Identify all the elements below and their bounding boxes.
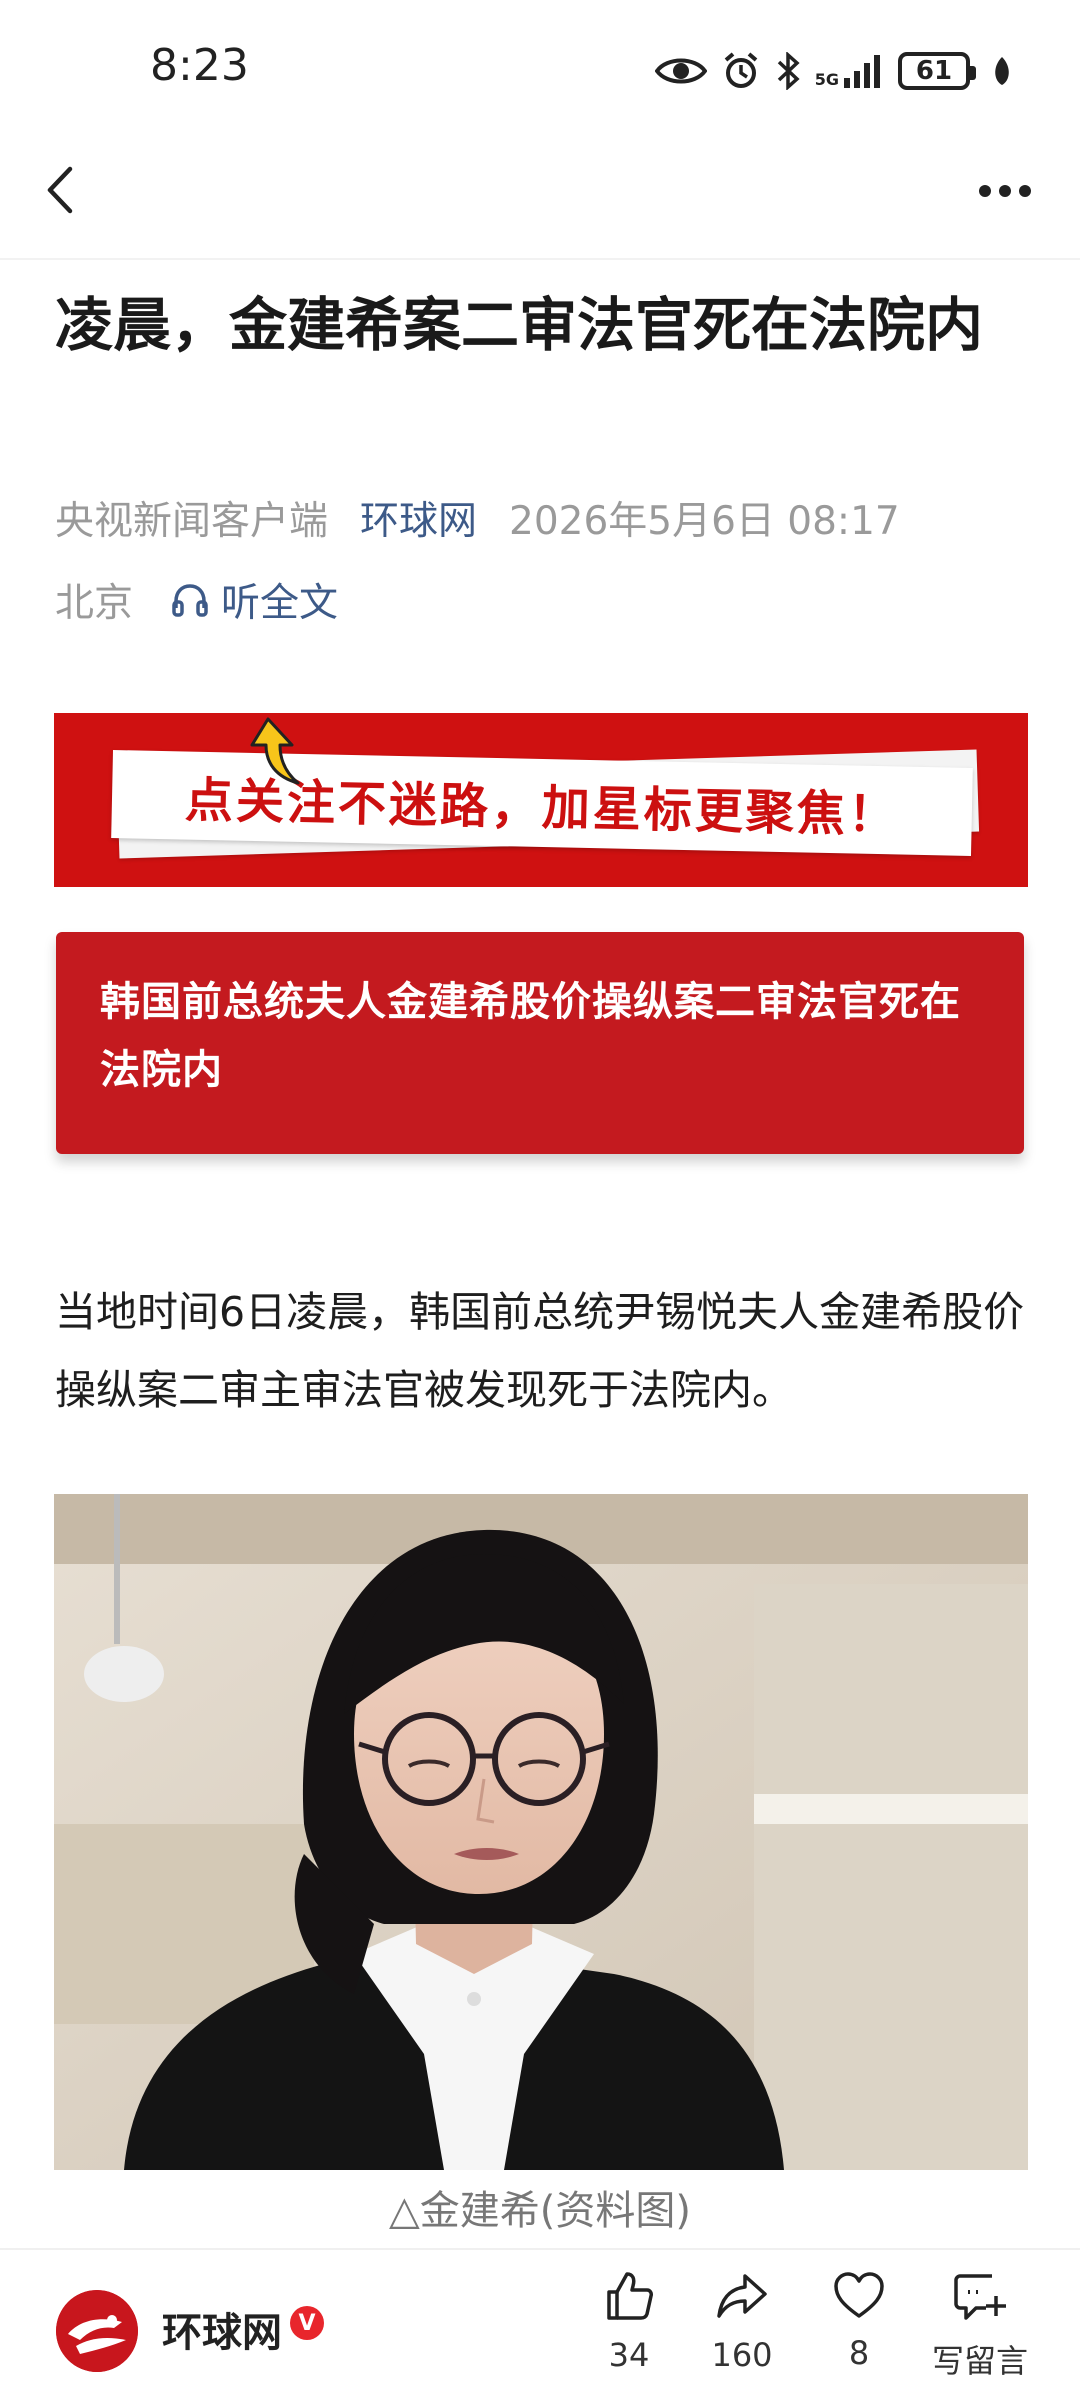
status-time: 8:23 xyxy=(150,40,249,91)
battery-icon: 61 xyxy=(898,52,976,90)
photo-illustration xyxy=(54,1494,1028,2170)
author-avatar[interactable] xyxy=(56,2290,138,2372)
bottom-divider xyxy=(0,2248,1080,2250)
arrow-up-icon xyxy=(250,717,300,785)
article-meta: 央视新闻客户端 环球网 2026年5月6日 08:17 xyxy=(55,490,900,546)
verified-badge: V xyxy=(290,2306,324,2340)
back-button[interactable] xyxy=(30,160,90,220)
share-count: 160 xyxy=(711,2336,773,2374)
status-icons: 5G 61 xyxy=(654,46,1012,96)
write-comment-button[interactable]: 写留言 xyxy=(920,2270,1040,2382)
article-paragraph: 当地时间6日凌晨，韩国前总统尹锡悦夫人金建希股价操纵案二审主审法官被发现死于法院… xyxy=(55,1288,1025,1414)
more-button[interactable] xyxy=(970,168,1040,214)
thumbs-up-icon xyxy=(607,2272,653,2320)
article-photo[interactable] xyxy=(54,1494,1028,2170)
author-logo-icon xyxy=(56,2290,138,2372)
listen-button[interactable]: 听全文 xyxy=(171,572,338,628)
article-meta-row2: 北京 听全文 xyxy=(55,572,338,628)
summary-text: 韩国前总统夫人金建希股价操纵案二审法官死在法院内 xyxy=(100,979,961,1093)
eye-icon xyxy=(654,58,707,84)
favorite-count: 8 xyxy=(848,2334,870,2372)
source-primary: 央视新闻客户端 xyxy=(55,499,329,544)
source-secondary-link[interactable]: 环球网 xyxy=(360,490,477,546)
summary-box: 韩国前总统夫人金建希股价操纵案二审法官死在法院内 xyxy=(56,932,1024,1154)
network-label: 5G xyxy=(814,70,839,89)
bluetooth-icon xyxy=(777,52,800,90)
follow-banner[interactable]: 点关注不迷路，加星标更聚焦！ xyxy=(54,713,1028,887)
battery-level: 61 xyxy=(915,56,953,86)
more-dots-icon xyxy=(979,185,1031,197)
signal-icon xyxy=(844,55,880,88)
back-chevron-icon xyxy=(47,166,73,214)
comment-add-icon xyxy=(954,2274,1006,2320)
publish-date: 2026年5月6日 08:17 xyxy=(509,499,900,544)
article-title: 凌晨，金建希案二审法官死在法院内 xyxy=(55,291,984,359)
location: 北京 xyxy=(55,581,134,626)
like-button[interactable]: 34 xyxy=(574,2270,684,2374)
listen-label: 听全文 xyxy=(221,581,339,626)
share-button[interactable]: 160 xyxy=(687,2270,797,2374)
alarm-icon xyxy=(724,52,758,88)
network-indicator: 5G xyxy=(815,54,884,88)
heart-icon xyxy=(834,2272,884,2318)
leaf-icon xyxy=(995,57,1009,85)
favorite-button[interactable]: 8 xyxy=(804,2270,914,2372)
like-count: 34 xyxy=(608,2336,650,2374)
nav-divider xyxy=(0,258,1080,260)
photo-caption: △金建希(资料图) xyxy=(389,2188,691,2234)
share-icon xyxy=(717,2274,767,2318)
author-name[interactable]: 环球网 xyxy=(162,2300,282,2358)
write-comment-label: 写留言 xyxy=(931,2342,1028,2380)
headphones-icon xyxy=(172,584,208,617)
